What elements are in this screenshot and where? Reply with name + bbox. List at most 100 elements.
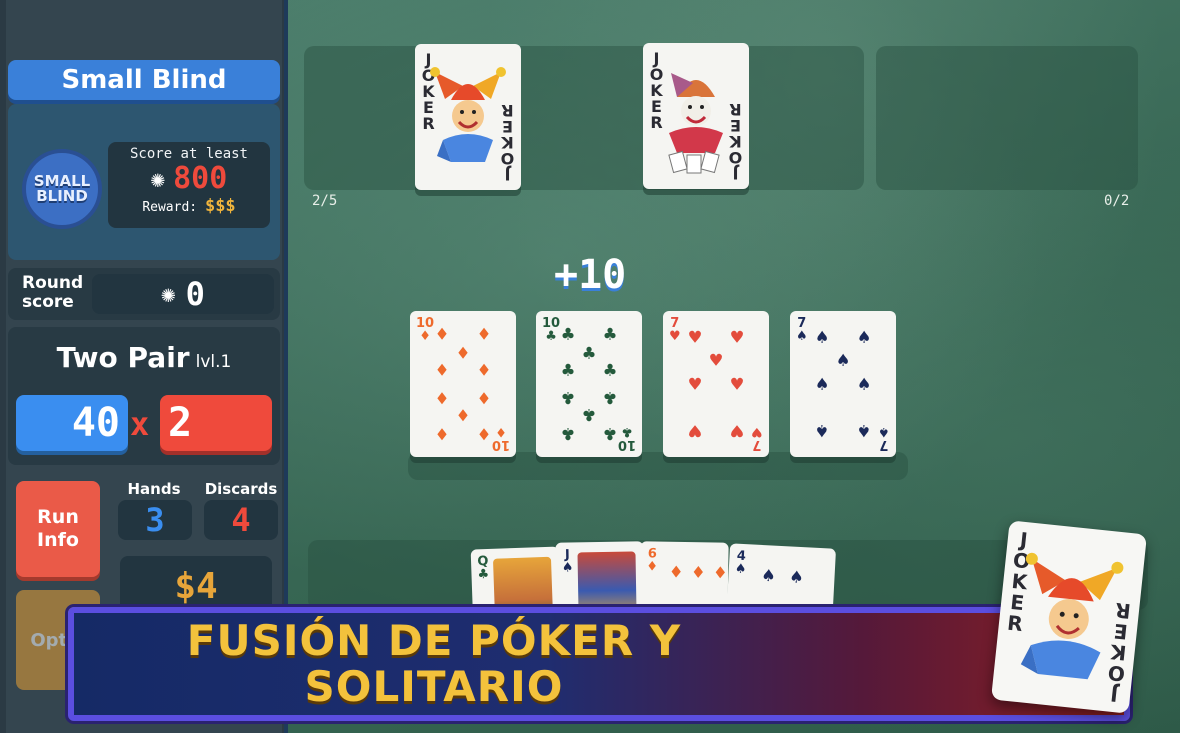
banner-text: FUSIÓN DE PÓKER Y SOLITARIO [187, 618, 681, 710]
suit-pip-icon: ♣ [603, 386, 617, 411]
suit-pip-icon: ♠ [815, 324, 829, 349]
spade-icon: ♠ [561, 560, 574, 576]
suit-pip-icon: ♠ [836, 348, 850, 373]
suit-pip-icon: ♣ [561, 386, 575, 411]
suit-pip-icon: ♦ [435, 357, 449, 382]
reward-value: $$$ [204, 196, 236, 216]
score-target: ✺ 800 [108, 162, 270, 196]
suit-pip-icon: ♥ [688, 419, 702, 444]
suit-pip-icon: ♠ [857, 419, 871, 444]
banner-line-1: FUSIÓN DE PÓKER Y [186, 616, 682, 665]
promo-banner: FUSIÓN DE PÓKER Y SOLITARIO [68, 607, 1130, 721]
suit-pip-icon: ♦ [456, 341, 470, 366]
hand-name-text: Two Pair [56, 341, 190, 374]
joker-card-2[interactable]: JOKER JOKER [643, 43, 749, 189]
suit-pip-icon: ♠ [815, 372, 829, 396]
suit-pip-icon: ♦ [435, 386, 449, 411]
card-corner: 4 ♠ [734, 549, 747, 578]
played-card[interactable]: 10 ♦ 10 ♦ ♦ ♦ ♦ ♦ ♦ ♦ ♦ ♦ ♦ ♦ [410, 311, 516, 457]
suit-icon: ♠ [796, 329, 808, 344]
played-card[interactable]: 7 ♠ 7 ♠ ♠ ♠ ♠ ♠ ♠ ♠ ♠ [790, 311, 896, 457]
hands-value: 3 [118, 500, 192, 540]
suit-pip-icon: ♣ [603, 322, 617, 347]
diamond-icon: ♦ [646, 559, 659, 575]
card-rank: 7 [752, 437, 762, 452]
card-pips: ♦ ♦ ♦ ♦ ♦ ♦ ♦ ♦ ♦ ♦ [428, 322, 498, 446]
jester-icon [1020, 552, 1124, 680]
spade-pips-icon: ♠♠ [761, 563, 820, 590]
suit-pip-icon: ♦ [435, 421, 449, 446]
round-score-box: ✺ 0 [92, 274, 274, 314]
suit-pip-icon: ♦ [477, 386, 491, 411]
jester-icon [668, 73, 723, 174]
card-corner: Q ♣ [477, 554, 490, 583]
banner-line-2: SOLITARIO [304, 662, 564, 711]
blind-title: Small Blind [8, 60, 280, 100]
card-corner: 7 ♥ [751, 424, 763, 452]
score-target-box: Score at least ✺ 800 Reward: $$$ [108, 142, 270, 228]
promo-joker-card: JOKER JOKER [990, 520, 1148, 714]
suit-pip-icon: ♦ [456, 402, 470, 427]
suit-pip-icon: ♦ [477, 322, 491, 347]
chip-icon: ✺ [161, 280, 176, 308]
joker-card-1[interactable]: JOKER JOKER [415, 44, 521, 190]
suit-pip-icon: ♣ [582, 402, 596, 427]
joker-count: 2/5 [312, 193, 338, 209]
suit-pip-icon: ♣ [603, 357, 617, 382]
suit-icon: ♥ [669, 329, 681, 344]
joker-area [304, 46, 864, 190]
hand-type-panel: Two Pair lvl.1 40 x 2 [8, 327, 280, 465]
suit-pip-icon: ♥ [730, 419, 744, 444]
club-icon: ♣ [477, 566, 490, 583]
score-target-value: 800 [173, 161, 228, 196]
suit-pip-icon: ♣ [561, 322, 575, 347]
suit-pip-icon: ♥ [730, 372, 744, 396]
consumable-area [876, 46, 1138, 190]
chip-icon: ✺ [150, 165, 166, 193]
card-corner: 7 ♠ [796, 317, 808, 343]
round-score-label: Round score [22, 273, 84, 312]
suit-pip-icon: ♠ [857, 324, 871, 349]
discards-label: Discards [204, 480, 278, 498]
reward-label: Reward: [142, 200, 198, 215]
mult-value: 2 [160, 395, 272, 451]
small-blind-chip-icon: SMALL BLIND [22, 149, 102, 229]
spade-icon: ♠ [734, 561, 747, 578]
suit-pip-icon: ♥ [709, 348, 723, 373]
chips-value: 40 [16, 395, 128, 451]
card-rank: 7 [879, 437, 889, 452]
run-info-button[interactable]: Run Info [16, 481, 100, 577]
played-card[interactable]: 10 ♣ 10 ♣ ♣ ♣ ♣ ♣ ♣ ♣ ♣ ♣ ♣ ♣ [536, 311, 642, 457]
card-pips: ♥ ♥ ♥ ♥ ♥ ♥ ♥ [681, 325, 751, 443]
card-corner: J ♠ [561, 548, 574, 576]
jester-icon [430, 67, 506, 162]
card-pips: ♣ ♣ ♣ ♣ ♣ ♣ ♣ ♣ ♣ ♣ [554, 322, 624, 446]
suit-pip-icon: ♣ [603, 421, 617, 446]
suit-pip-icon: ♣ [561, 421, 575, 446]
round-score-value: 0 [185, 275, 205, 313]
hand-name: Two Pair lvl.1 [8, 341, 280, 374]
suit-pip-icon: ♥ [688, 372, 702, 396]
reward: Reward: $$$ [108, 196, 270, 216]
suit-pip-icon: ♠ [815, 419, 829, 444]
card-corner: 7 ♠ [878, 424, 890, 452]
blind-panel: SMALL BLIND Score at least ✺ 800 Reward:… [8, 104, 280, 260]
suit-pip-icon: ♠ [857, 372, 871, 396]
hands-label: Hands [127, 480, 181, 498]
card-corner: 7 ♥ [669, 317, 681, 343]
consumable-count: 0/2 [1104, 193, 1130, 209]
suit-pip-icon: ♣ [561, 357, 575, 382]
played-card[interactable]: 7 ♥ 7 ♥ ♥ ♥ ♥ ♥ ♥ ♥ ♥ [663, 311, 769, 457]
suit-icon: ♥ [751, 424, 763, 439]
score-label: Score at least [129, 146, 248, 162]
suit-pip-icon: ♦ [477, 357, 491, 382]
card-pips: ♠ ♠ ♠ ♠ ♠ ♠ ♠ [808, 325, 878, 443]
times-sign: x [130, 405, 150, 443]
hand-level: lvl.1 [195, 352, 232, 372]
suit-pip-icon: ♥ [688, 324, 702, 349]
suit-pip-icon: ♣ [582, 341, 596, 366]
bonus-popup: +10 [554, 252, 627, 298]
suit-pip-icon: ♦ [477, 421, 491, 446]
suit-icon: ♠ [878, 424, 890, 439]
suit-pip-icon: ♦ [435, 322, 449, 347]
